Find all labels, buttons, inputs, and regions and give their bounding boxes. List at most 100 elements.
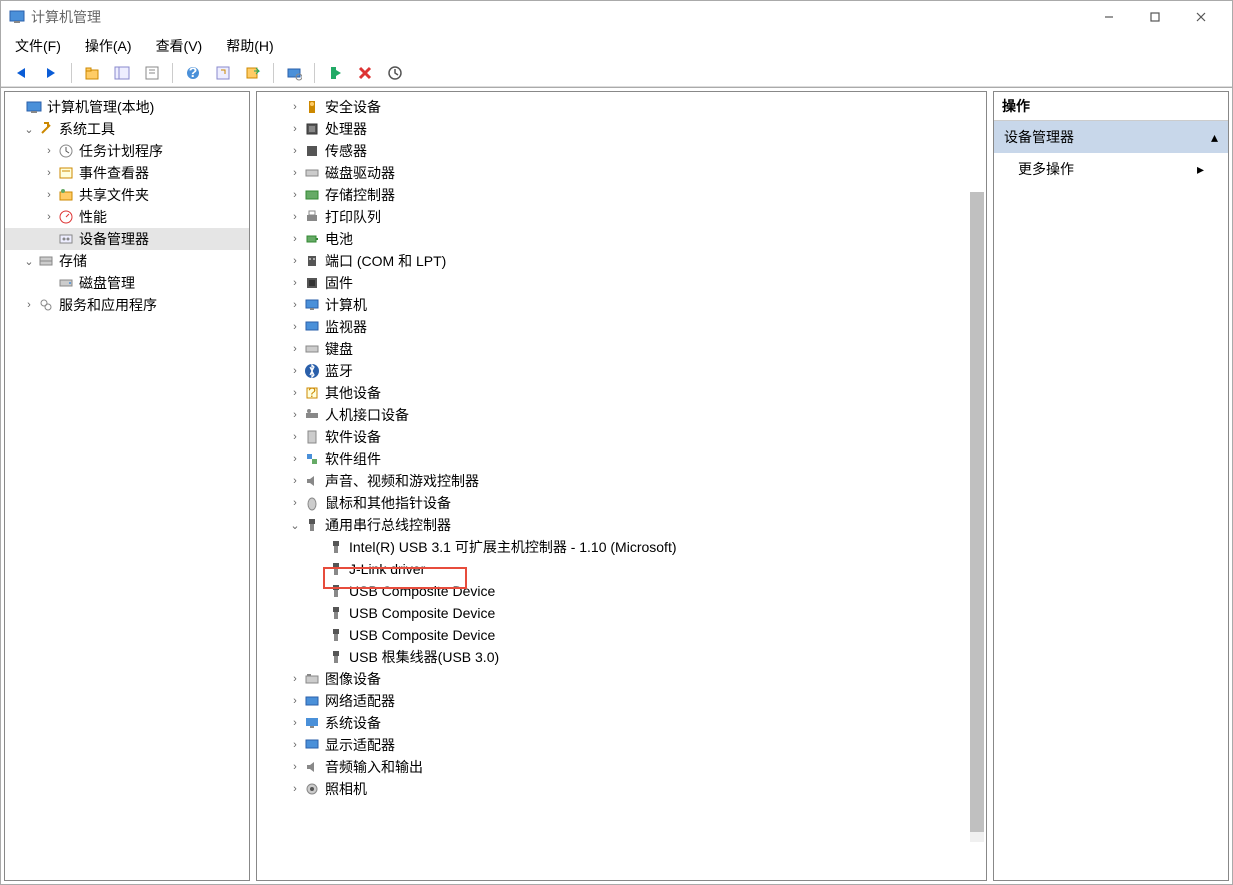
cat-processors[interactable]: ›处理器 <box>257 118 986 140</box>
forward-button[interactable] <box>37 61 65 85</box>
expand-icon[interactable]: › <box>287 783 303 795</box>
expand-icon[interactable]: › <box>287 277 303 289</box>
actions-more[interactable]: 更多操作 ▸ <box>994 153 1228 185</box>
cat-ports[interactable]: ›端口 (COM 和 LPT) <box>257 250 986 272</box>
cat-security-devices[interactable]: ›安全设备 <box>257 96 986 118</box>
cat-bluetooth[interactable]: ›蓝牙 <box>257 360 986 382</box>
expand-icon[interactable]: › <box>287 409 303 421</box>
cat-software-devices[interactable]: ›软件设备 <box>257 426 986 448</box>
expand-icon[interactable]: › <box>21 299 37 311</box>
cat-label: 显示适配器 <box>325 735 395 755</box>
tree-services[interactable]: › 服务和应用程序 <box>5 294 249 316</box>
properties-button[interactable] <box>138 61 166 85</box>
cat-audio-io[interactable]: ›音频输入和输出 <box>257 756 986 778</box>
menu-view[interactable]: 查看(V) <box>150 34 209 58</box>
menu-action[interactable]: 操作(A) <box>79 34 138 58</box>
cat-display[interactable]: › 显示适配器 <box>257 734 986 756</box>
disable-button[interactable] <box>351 61 379 85</box>
export-button[interactable] <box>239 61 267 85</box>
maximize-button[interactable] <box>1132 1 1178 33</box>
expand-icon[interactable]: › <box>287 123 303 135</box>
cat-software-components[interactable]: ›软件组件 <box>257 448 986 470</box>
usb-composite-1[interactable]: USB Composite Device <box>257 580 986 602</box>
cat-firmware[interactable]: ›固件 <box>257 272 986 294</box>
expand-icon[interactable]: › <box>287 497 303 509</box>
enable-button[interactable] <box>321 61 349 85</box>
cat-monitors[interactable]: ›监视器 <box>257 316 986 338</box>
refresh-button[interactable] <box>209 61 237 85</box>
cat-keyboards[interactable]: ›键盘 <box>257 338 986 360</box>
tree-disk-mgmt[interactable]: 磁盘管理 <box>5 272 249 294</box>
usb-composite-3[interactable]: USB Composite Device <box>257 624 986 646</box>
cat-batteries[interactable]: ›电池 <box>257 228 986 250</box>
expand-icon[interactable]: › <box>287 145 303 157</box>
expand-icon[interactable]: › <box>41 211 57 223</box>
expand-icon[interactable]: › <box>287 343 303 355</box>
show-hide-tree-button[interactable] <box>108 61 136 85</box>
update-driver-button[interactable] <box>381 61 409 85</box>
collapse-icon[interactable]: ⌄ <box>287 519 303 532</box>
cat-sound[interactable]: ›声音、视频和游戏控制器 <box>257 470 986 492</box>
tree-storage[interactable]: ⌄ 存储 <box>5 250 249 272</box>
expand-icon[interactable]: › <box>287 673 303 685</box>
tree-root[interactable]: 计算机管理(本地) <box>5 96 249 118</box>
expand-icon[interactable]: › <box>287 167 303 179</box>
back-button[interactable] <box>7 61 35 85</box>
usb-intel[interactable]: Intel(R) USB 3.1 可扩展主机控制器 - 1.10 (Micros… <box>257 536 986 558</box>
cat-disk-drives[interactable]: ›磁盘驱动器 <box>257 162 986 184</box>
tree-shared-folders[interactable]: › 共享文件夹 <box>5 184 249 206</box>
expand-icon[interactable]: › <box>287 717 303 729</box>
cat-imaging[interactable]: ›图像设备 <box>257 668 986 690</box>
scan-button[interactable] <box>280 61 308 85</box>
expand-icon[interactable]: › <box>287 739 303 751</box>
tree-system-tools[interactable]: ⌄ 系统工具 <box>5 118 249 140</box>
expand-icon[interactable]: › <box>287 189 303 201</box>
scrollbar[interactable] <box>970 192 984 842</box>
menu-help[interactable]: 帮助(H) <box>220 34 279 58</box>
expand-icon[interactable]: › <box>287 211 303 223</box>
expand-icon[interactable]: › <box>41 145 57 157</box>
scrollbar-thumb[interactable] <box>970 192 984 832</box>
expand-icon[interactable]: › <box>287 431 303 443</box>
expand-icon[interactable]: › <box>287 365 303 377</box>
cat-network[interactable]: ›网络适配器 <box>257 690 986 712</box>
cat-hid[interactable]: › 人机接口设备 <box>257 404 986 426</box>
expand-icon[interactable]: › <box>287 233 303 245</box>
tree-performance[interactable]: › 性能 <box>5 206 249 228</box>
expand-icon[interactable]: › <box>41 189 57 201</box>
cat-print-queues[interactable]: ›打印队列 <box>257 206 986 228</box>
cat-label: 人机接口设备 <box>325 405 409 425</box>
expand-icon[interactable]: › <box>287 695 303 707</box>
collapse-icon[interactable]: ⌄ <box>21 123 37 136</box>
cat-mice[interactable]: ›鼠标和其他指针设备 <box>257 492 986 514</box>
expand-icon[interactable]: › <box>287 387 303 399</box>
cat-usb-controllers[interactable]: ⌄通用串行总线控制器 <box>257 514 986 536</box>
tree-event-viewer[interactable]: › 事件查看器 <box>5 162 249 184</box>
usb-jlink[interactable]: J-Link driver <box>257 558 986 580</box>
expand-icon[interactable]: › <box>287 761 303 773</box>
cat-system-devices[interactable]: ›系统设备 <box>257 712 986 734</box>
tree-device-manager[interactable]: 设备管理器 <box>5 228 249 250</box>
up-button[interactable] <box>78 61 106 85</box>
expand-icon[interactable]: › <box>287 255 303 267</box>
expand-icon[interactable]: › <box>287 101 303 113</box>
expand-icon[interactable]: › <box>287 453 303 465</box>
cat-cameras[interactable]: ›照相机 <box>257 778 986 800</box>
cat-other-devices[interactable]: ›?其他设备 <box>257 382 986 404</box>
help-button[interactable]: ? <box>179 61 207 85</box>
tree-task-scheduler[interactable]: › 任务计划程序 <box>5 140 249 162</box>
close-button[interactable] <box>1178 1 1224 33</box>
expand-icon[interactable]: › <box>287 475 303 487</box>
expand-icon[interactable]: › <box>287 321 303 333</box>
menu-file[interactable]: 文件(F) <box>9 34 67 58</box>
cat-computer[interactable]: ›计算机 <box>257 294 986 316</box>
cat-storage-controllers[interactable]: ›存储控制器 <box>257 184 986 206</box>
expand-icon[interactable]: › <box>41 167 57 179</box>
expand-icon[interactable]: › <box>287 299 303 311</box>
minimize-button[interactable] <box>1086 1 1132 33</box>
usb-root-hub[interactable]: USB 根集线器(USB 3.0) <box>257 646 986 668</box>
collapse-icon[interactable]: ⌄ <box>21 255 37 268</box>
actions-selected-item[interactable]: 设备管理器 ▴ <box>994 121 1228 153</box>
usb-composite-2[interactable]: USB Composite Device <box>257 602 986 624</box>
cat-sensors[interactable]: ›传感器 <box>257 140 986 162</box>
